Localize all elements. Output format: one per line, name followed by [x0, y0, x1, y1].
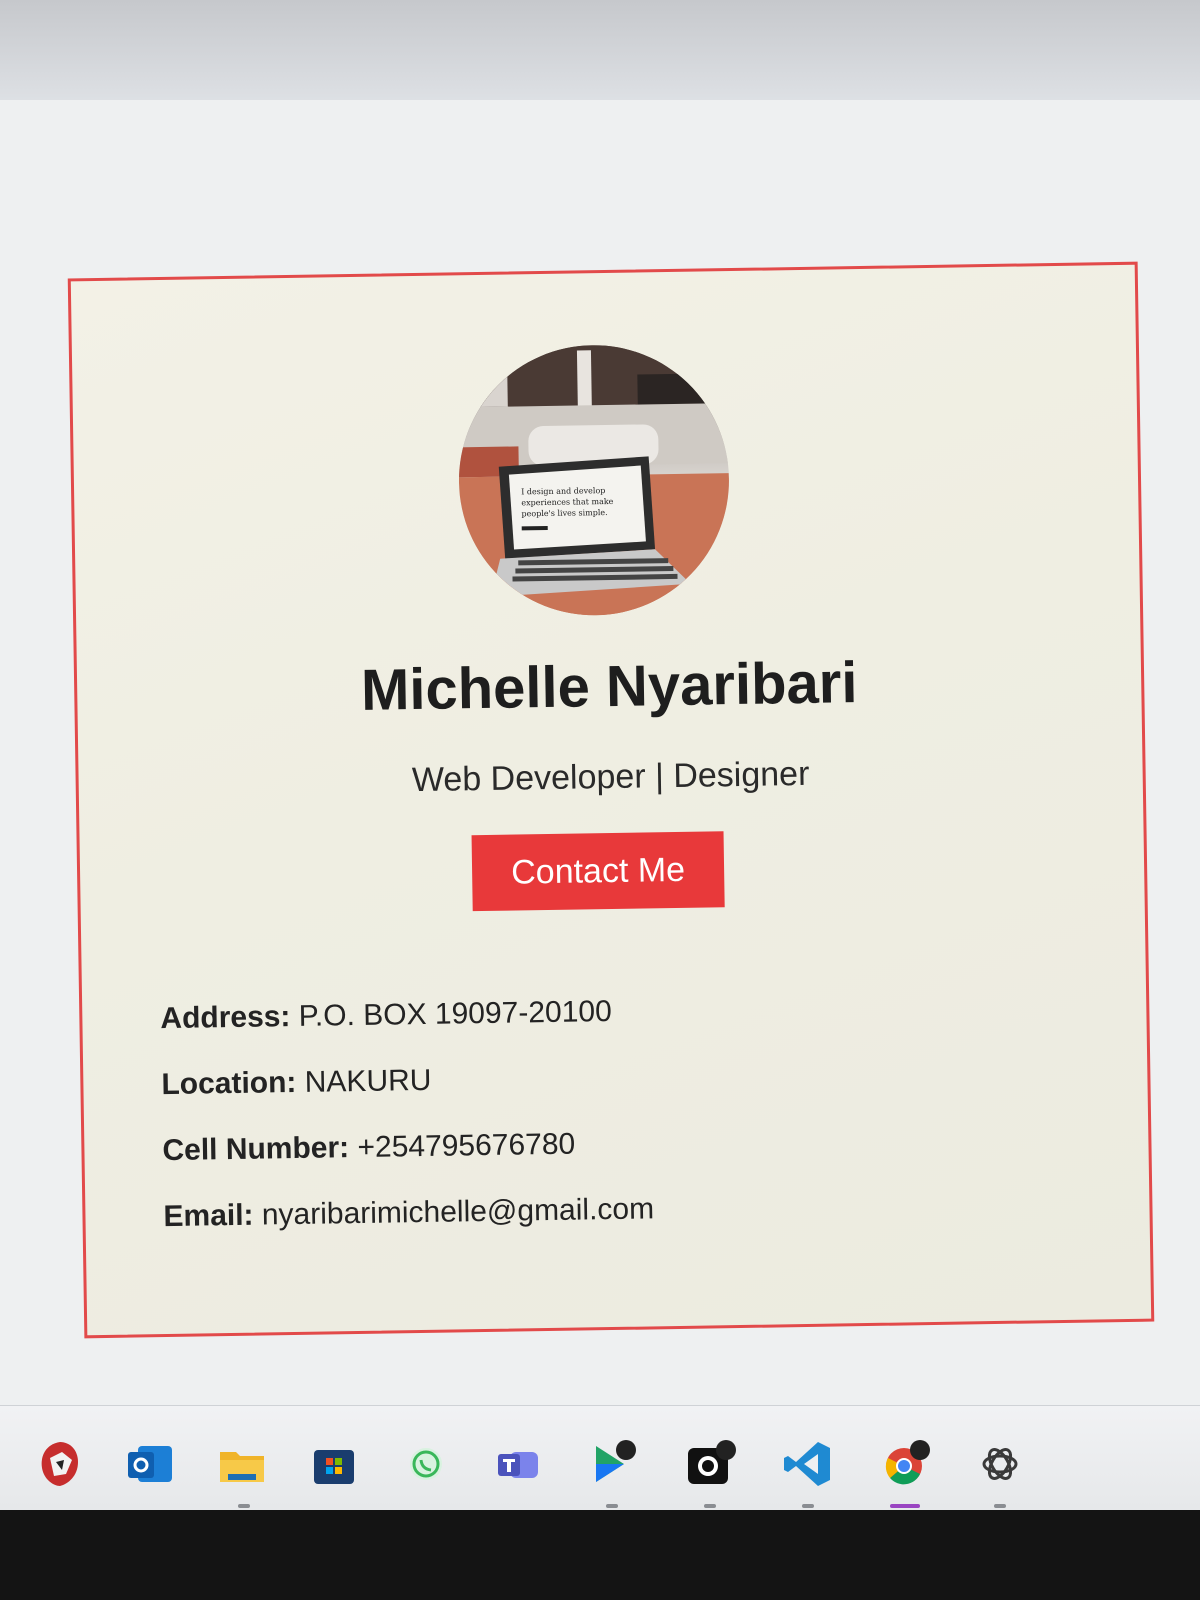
brave-lion-icon[interactable] [32, 1436, 88, 1492]
taskbar-indicator [704, 1504, 716, 1508]
media-player-icon[interactable] [584, 1436, 640, 1492]
contact-me-button[interactable]: Contact Me [471, 831, 725, 912]
taskbar-indicator-active [890, 1504, 920, 1508]
detail-cell-number-label: Cell Number: [162, 1131, 350, 1168]
profile-avatar: I design and develop experiences that ma… [456, 343, 732, 618]
teams-icon[interactable] [490, 1436, 546, 1492]
outlook-icon[interactable] [122, 1436, 178, 1492]
detail-cell-number-value: +254795676780 [357, 1127, 576, 1165]
github-desktop-icon[interactable] [682, 1436, 738, 1492]
detail-location-label: Location: [161, 1065, 297, 1102]
profile-name: Michelle Nyaribari [360, 650, 858, 723]
avatar-caption-line-2: experiences that make [521, 497, 613, 507]
avatar-caption-line-1: I design and develop [521, 486, 605, 496]
chrome-icon[interactable] [876, 1436, 932, 1492]
vscode-icon[interactable] [780, 1436, 836, 1492]
detail-email-label: Email: [163, 1198, 254, 1234]
taskbar-indicator [994, 1504, 1006, 1508]
detail-email-value[interactable]: nyaribarimichelle@gmail.com [262, 1192, 655, 1231]
detail-address-label: Address: [160, 1000, 291, 1036]
chatgpt-icon[interactable] [972, 1436, 1028, 1492]
taskbar-indicator [238, 1504, 250, 1508]
monitor-bezel [0, 1510, 1200, 1600]
detail-cell-number: Cell Number: +254795676780 [162, 1120, 1062, 1170]
detail-email: Email: nyaribarimichelle@gmail.com [163, 1186, 1063, 1236]
detail-address: Address: P.O. BOX 19097-20100 [160, 988, 1060, 1038]
microsoft-store-icon[interactable] [306, 1436, 362, 1492]
taskbar-indicator [606, 1504, 618, 1508]
profile-card: I design and develop experiences that ma… [67, 261, 1155, 1339]
windows-taskbar [0, 1405, 1200, 1510]
avatar-caption-line-3: people's lives simple. [521, 508, 607, 518]
detail-location-value: NAKURU [304, 1063, 432, 1099]
taskbar-indicator [802, 1504, 814, 1508]
file-explorer-icon[interactable] [214, 1436, 270, 1492]
browser-chrome-top [0, 0, 1200, 100]
profile-subtitle: Web Developer | Designer [411, 754, 810, 800]
laptop-photo: I design and develop experiences that ma… [456, 343, 732, 618]
contact-details: Address: P.O. BOX 19097-20100 Location: … [160, 988, 1064, 1266]
detail-address-value: P.O. BOX 19097-20100 [298, 995, 612, 1033]
detail-location: Location: NAKURU [161, 1054, 1061, 1104]
whatsapp-icon[interactable] [398, 1436, 454, 1492]
